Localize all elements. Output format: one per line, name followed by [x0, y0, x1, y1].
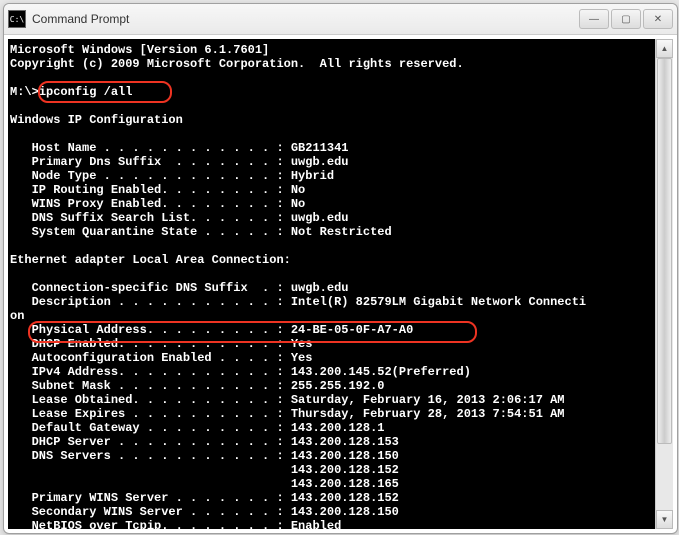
primary-dns-suffix-value: uwgb.edu — [291, 155, 349, 169]
vertical-scrollbar[interactable]: ▲ ▼ — [655, 39, 673, 529]
connection-dns-suffix-label: Connection-specific DNS Suffix . : — [10, 281, 291, 295]
primary-wins-label: Primary WINS Server . . . . . . . : — [10, 491, 291, 505]
header-line-2: Copyright (c) 2009 Microsoft Corporation… — [10, 57, 464, 71]
dns-servers-value-1: 143.200.128.150 — [291, 449, 399, 463]
physical-address-label: Physical Address. . . . . . . . . : — [10, 323, 291, 337]
window-controls: — ▢ ✕ — [579, 9, 673, 29]
maximize-button[interactable]: ▢ — [611, 9, 641, 29]
lease-expires-label: Lease Expires . . . . . . . . . . : — [10, 407, 291, 421]
node-type-label: Node Type . . . . . . . . . . . . : — [10, 169, 291, 183]
default-gateway-value: 143.200.128.1 — [291, 421, 385, 435]
primary-dns-suffix-label: Primary Dns Suffix . . . . . . . : — [10, 155, 291, 169]
system-quarantine-value: Not Restricted — [291, 225, 392, 239]
wins-proxy-value: No — [291, 197, 305, 211]
scroll-thumb[interactable] — [657, 58, 672, 444]
close-button[interactable]: ✕ — [643, 9, 673, 29]
command-prompt-window: C:\ Command Prompt — ▢ ✕ Microsoft Windo… — [3, 3, 678, 534]
node-type-value: Hybrid — [291, 169, 334, 183]
physical-address-value: 24-BE-05-0F-A7-A0 — [291, 323, 413, 337]
window-title: Command Prompt — [32, 12, 579, 26]
dns-servers-value-3: 143.200.128.165 — [291, 477, 399, 491]
dhcp-server-value: 143.200.128.153 — [291, 435, 399, 449]
dns-search-list-value: uwgb.edu — [291, 211, 349, 225]
description-wrap: on — [10, 309, 24, 323]
input-command: ipconfig /all — [39, 85, 133, 99]
secondary-wins-value: 143.200.128.150 — [291, 505, 399, 519]
scroll-track[interactable] — [656, 58, 673, 510]
minimize-button[interactable]: — — [579, 9, 609, 29]
autoconfig-enabled-label: Autoconfiguration Enabled . . . . : — [10, 351, 291, 365]
subnet-mask-value: 255.255.192.0 — [291, 379, 385, 393]
lease-obtained-value: Saturday, February 16, 2013 2:06:17 AM — [291, 393, 565, 407]
dns-servers-value-2: 143.200.128.152 — [291, 463, 399, 477]
default-gateway-label: Default Gateway . . . . . . . . . : — [10, 421, 291, 435]
description-label: Description . . . . . . . . . . . : — [10, 295, 291, 309]
description-value: Intel(R) 82579LM Gigabit Network Connect… — [291, 295, 586, 309]
prompt: M:\> — [10, 85, 39, 99]
netbios-tcpip-value: Enabled — [291, 519, 341, 529]
dhcp-enabled-label: DHCP Enabled. . . . . . . . . . . : — [10, 337, 291, 351]
secondary-wins-label: Secondary WINS Server . . . . . . : — [10, 505, 291, 519]
dns-servers-label: DNS Servers . . . . . . . . . . . : — [10, 449, 291, 463]
titlebar[interactable]: C:\ Command Prompt — ▢ ✕ — [4, 4, 677, 35]
terminal-output[interactable]: Microsoft Windows [Version 6.1.7601]Copy… — [8, 39, 673, 529]
host-name-label: Host Name . . . . . . . . . . . . : — [10, 141, 291, 155]
subnet-mask-label: Subnet Mask . . . . . . . . . . . : — [10, 379, 291, 393]
scroll-down-button[interactable]: ▼ — [656, 510, 673, 529]
connection-dns-suffix-value: uwgb.edu — [291, 281, 349, 295]
wins-proxy-label: WINS Proxy Enabled. . . . . . . . : — [10, 197, 291, 211]
netbios-tcpip-label: NetBIOS over Tcpip. . . . . . . . : — [10, 519, 291, 529]
ip-routing-label: IP Routing Enabled. . . . . . . . : — [10, 183, 291, 197]
cmd-icon: C:\ — [8, 10, 26, 28]
header-line-1: Microsoft Windows [Version 6.1.7601] — [10, 43, 269, 57]
dns-search-list-label: DNS Suffix Search List. . . . . . : — [10, 211, 291, 225]
lease-obtained-label: Lease Obtained. . . . . . . . . . : — [10, 393, 291, 407]
terminal-container: Microsoft Windows [Version 6.1.7601]Copy… — [8, 39, 673, 529]
ip-routing-value: No — [291, 183, 305, 197]
system-quarantine-label: System Quarantine State . . . . . : — [10, 225, 291, 239]
primary-wins-value: 143.200.128.152 — [291, 491, 399, 505]
ipv4-address-label: IPv4 Address. . . . . . . . . . . : — [10, 365, 291, 379]
dhcp-server-label: DHCP Server . . . . . . . . . . . : — [10, 435, 291, 449]
scroll-up-button[interactable]: ▲ — [656, 39, 673, 58]
autoconfig-enabled-value: Yes — [291, 351, 313, 365]
dhcp-enabled-value: Yes — [291, 337, 313, 351]
host-name-value: GB211341 — [291, 141, 349, 155]
section-heading-ipcfg: Windows IP Configuration — [10, 113, 183, 127]
ipv4-address-value: 143.200.145.52(Preferred) — [291, 365, 471, 379]
lease-expires-value: Thursday, February 28, 2013 7:54:51 AM — [291, 407, 565, 421]
section-heading-ethernet: Ethernet adapter Local Area Connection: — [10, 253, 291, 267]
